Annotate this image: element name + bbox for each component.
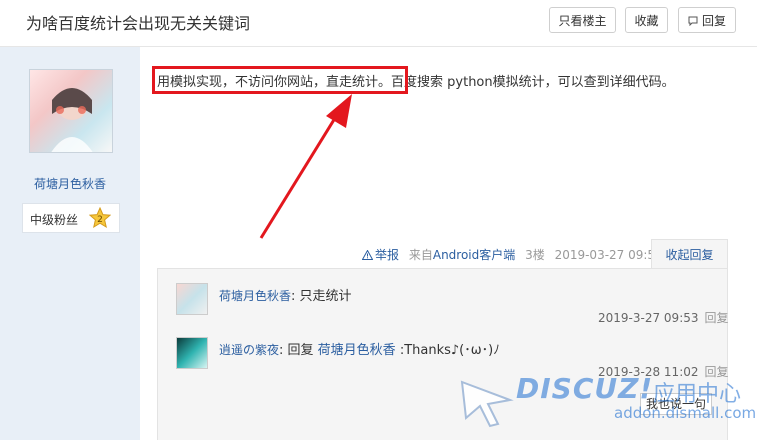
report-link[interactable]: 举报 <box>361 248 400 262</box>
comment-time: 2019-3-27 09:53 <box>598 311 699 325</box>
comment-separator: : <box>279 343 288 358</box>
only-author-button[interactable]: 只看楼主 <box>549 7 616 33</box>
comment-avatar[interactable] <box>176 337 208 369</box>
comment-user[interactable]: 逍遥の紫夜 <box>219 343 279 357</box>
source-prefix: 来自 <box>408 248 433 262</box>
comment-prefix: 回复 <box>287 343 318 358</box>
reply-button[interactable]: 回复 <box>678 7 736 33</box>
warning-triangle-icon <box>361 249 374 260</box>
annotation-highlight-box <box>152 66 408 94</box>
author-sidebar: 荷塘月色秋香 中级粉丝 2 <box>0 47 140 440</box>
comment-meta: 2019-3-27 09:53 回复 <box>598 309 729 326</box>
watermark-url: addon.dismall.com <box>614 404 757 422</box>
post-meta: 举报 来自Android客户端 3楼 2019-03-27 09:52 <box>361 246 663 263</box>
watermark: DISCUZ! 应用中心 addon.dismall.com <box>458 370 757 440</box>
comment-user[interactable]: 荷塘月色秋香 <box>219 289 291 303</box>
rank-badge: 中级粉丝 2 <box>22 203 120 233</box>
collapse-replies-button[interactable]: 收起回复 <box>651 239 728 269</box>
comment-reply-link[interactable]: 回复 <box>705 311 729 325</box>
author-avatar[interactable] <box>29 69 113 153</box>
comment-avatar[interactable] <box>176 283 208 315</box>
avatar-image <box>51 88 93 152</box>
rank-label: 中级粉丝 <box>30 213 79 227</box>
comment-separator: : <box>291 289 300 304</box>
favorite-button[interactable]: 收藏 <box>625 7 668 33</box>
post-timestamp: 2019-03-27 09:52 <box>554 248 663 262</box>
cursor-logo-icon <box>460 380 514 428</box>
post-rest-text: 百度搜索 python模拟统计，可以查到详细代码。 <box>391 75 675 90</box>
thread-title: 为啥百度统计会出现无关关键词 <box>26 14 251 33</box>
report-label: 举报 <box>375 248 400 262</box>
comment-bubble-icon <box>688 16 698 26</box>
reply-button-label: 回复 <box>701 14 726 28</box>
watermark-brand: DISCUZ! <box>516 372 654 405</box>
comment-item: 逍遥の紫夜: 回复 荷塘月色秋香 :Thanks♪(･ω･)ﾉ <box>219 339 500 358</box>
comment-reply-to[interactable]: 荷塘月色秋香 <box>318 343 396 358</box>
source-device[interactable]: Android客户端 <box>433 248 515 262</box>
star-badge-icon: 2 <box>89 207 111 229</box>
thread-header: 为啥百度统计会出现无关关键词 只看楼主 收藏 回复 <box>0 0 757 47</box>
comment-item: 荷塘月色秋香: 只走统计 <box>219 285 352 304</box>
floor-number: 3楼 <box>525 248 545 262</box>
author-name[interactable]: 荷塘月色秋香 <box>0 175 140 192</box>
comment-text: 只走统计 <box>299 289 352 304</box>
rank-level: 2 <box>97 215 103 225</box>
comment-text: :Thanks♪(･ω･)ﾉ <box>395 343 500 358</box>
